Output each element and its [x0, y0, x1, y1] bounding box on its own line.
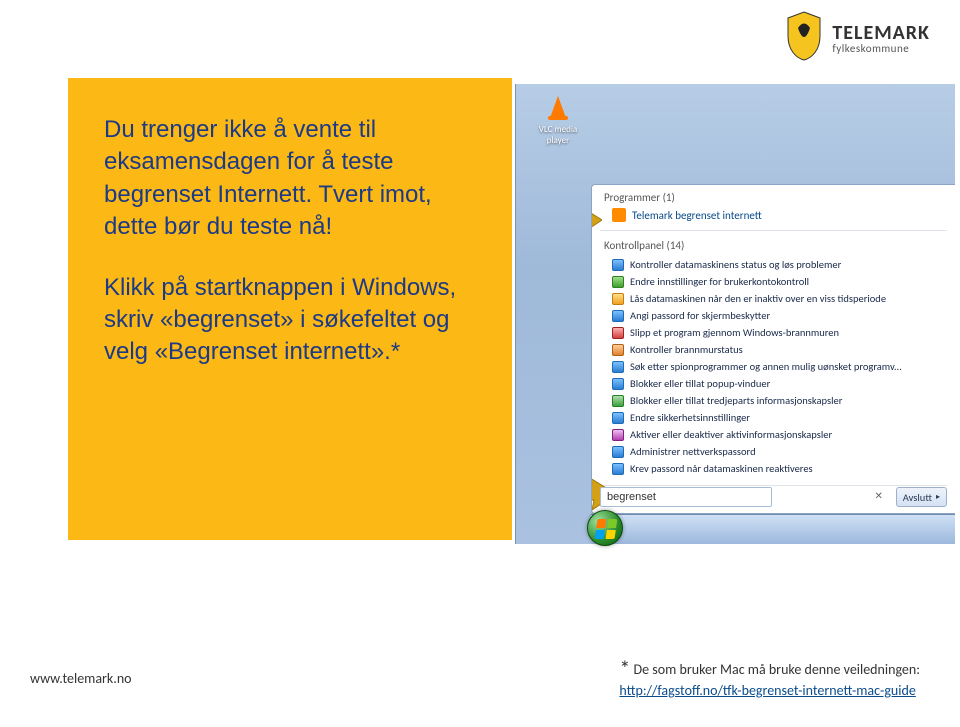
list-item[interactable]: Angi passord for skjermbeskytter: [598, 307, 949, 324]
list-item[interactable]: Lås datamaskinen når den er inaktiv over…: [598, 290, 949, 307]
setting-icon: [612, 361, 624, 373]
footer-url: www.telemark.no: [30, 670, 132, 687]
setting-icon: [612, 293, 624, 305]
chevron-right-icon: ▸: [936, 492, 940, 502]
shutdown-button[interactable]: Avslutt ▸: [896, 487, 947, 507]
setting-icon: [612, 429, 624, 441]
list-item[interactable]: Kontroller datamaskinens status og løs p…: [598, 256, 949, 273]
desktop-icon-vlc: VLC media player: [532, 90, 584, 146]
setting-icon: [612, 344, 624, 356]
list-item[interactable]: Krev passord når datamaskinen reaktivere…: [598, 460, 949, 477]
instruction-panel: Du trenger ikke å vente til eksamensdage…: [68, 78, 512, 540]
divider: [600, 485, 947, 486]
footer-note: * De som bruker Mac må bruke denne veile…: [619, 655, 920, 699]
control-panel-list: Kontroller datamaskinens status og løs p…: [592, 254, 955, 483]
start-menu-popup: Programmer (1) Telemark begrenset intern…: [591, 184, 955, 514]
list-item[interactable]: Administrer nettverkspassord: [598, 443, 949, 460]
windows-screenshot: VLC media player Programmer (1) Telemark…: [515, 84, 955, 544]
program-label: Telemark begrenset internett: [632, 209, 762, 222]
setting-icon: [612, 395, 624, 407]
setting-icon: [612, 412, 624, 424]
vlc-icon: [542, 90, 574, 122]
clear-search-icon[interactable]: ✕: [872, 489, 886, 503]
footer-note-text: De som bruker Mac må bruke denne veiledn…: [634, 661, 920, 678]
search-row: ✕ Avslutt ▸: [600, 487, 947, 507]
list-item[interactable]: Blokker eller tillat tredjeparts informa…: [598, 392, 949, 409]
list-item[interactable]: Endre innstillinger for brukerkontokontr…: [598, 273, 949, 290]
org-name: TELEMARK: [832, 23, 930, 43]
list-item[interactable]: Blokker eller tillat popup-vinduer: [598, 375, 949, 392]
setting-icon: [612, 463, 624, 475]
list-item[interactable]: Endre sikkerhetsinnstillinger: [598, 409, 949, 426]
org-logo: TELEMARK fylkeskommune: [784, 10, 930, 67]
setting-icon: [612, 446, 624, 458]
footer-guide-link[interactable]: http://fagstoff.no/tfk-begrenset-interne…: [619, 682, 915, 699]
program-result[interactable]: Telemark begrenset internett: [592, 206, 955, 228]
setting-icon: [612, 310, 624, 322]
list-item[interactable]: Slipp et program gjennom Windows-brannmu…: [598, 324, 949, 341]
program-icon: [612, 208, 626, 222]
setting-icon: [612, 259, 624, 271]
setting-icon: [612, 327, 624, 339]
setting-icon: [612, 276, 624, 288]
list-item[interactable]: Aktiver eller deaktiver aktivinformasjon…: [598, 426, 949, 443]
programs-header: Programmer (1): [592, 185, 955, 206]
list-item[interactable]: Søk etter spionprogrammer og annen mulig…: [598, 358, 949, 375]
list-item[interactable]: Kontroller brannmurstatus: [598, 341, 949, 358]
start-search-input[interactable]: [600, 487, 772, 507]
divider: [600, 230, 947, 231]
vlc-label: VLC media player: [532, 124, 584, 146]
start-button[interactable]: [587, 510, 623, 546]
instruction-paragraph-1: Du trenger ikke å vente til eksamensdage…: [104, 114, 480, 244]
setting-icon: [612, 378, 624, 390]
instruction-paragraph-2: Klikk på startknappen i Windows, skriv «…: [104, 272, 480, 369]
org-text: TELEMARK fylkeskommune: [832, 23, 930, 54]
control-panel-header: Kontrollpanel (14): [592, 233, 955, 254]
taskbar: [591, 514, 955, 544]
shield-icon: [784, 10, 824, 67]
asterisk-icon: *: [619, 655, 630, 682]
